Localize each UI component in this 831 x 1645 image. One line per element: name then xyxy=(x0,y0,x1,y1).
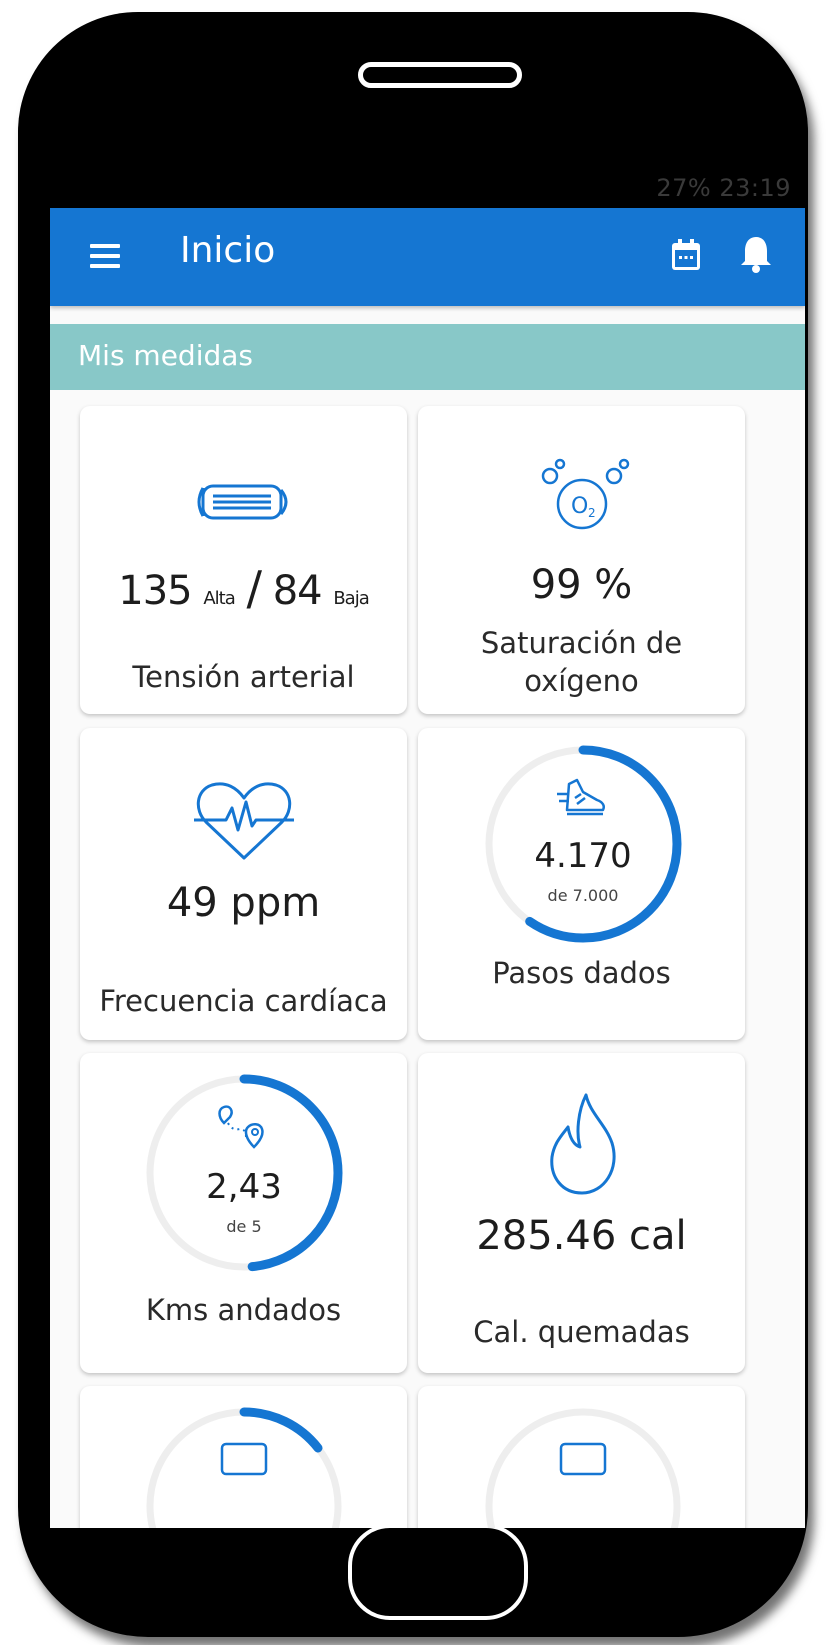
card-steps[interactable]: 4.170 de 7.000 Pasos dados xyxy=(418,728,745,1040)
bp-high-value: 135 xyxy=(118,568,192,614)
kms-goal: de 5 xyxy=(226,1217,262,1236)
section-title: Mis medidas xyxy=(78,339,253,372)
bell-icon[interactable] xyxy=(738,234,774,274)
status-text: 27% 23:19 xyxy=(656,174,791,202)
calendar-icon[interactable] xyxy=(670,238,702,272)
heart-rate-value: 49 ppm xyxy=(166,880,321,926)
card-oxygen[interactable]: O 2 99 % Saturación de oxígeno xyxy=(418,406,745,714)
blood-pressure-label: Tensión arterial xyxy=(132,660,355,694)
card-partial-right[interactable] xyxy=(418,1386,745,1528)
calories-value: 285.46 cal xyxy=(476,1213,687,1259)
steps-ring: 4.170 de 7.000 xyxy=(481,742,685,946)
page-title: Inicio xyxy=(180,230,276,271)
app-bar: Inicio xyxy=(50,208,805,306)
menu-icon[interactable] xyxy=(90,244,120,268)
bp-low-unit: Baja xyxy=(333,588,369,609)
section-header: Mis medidas xyxy=(50,324,805,390)
blood-pressure-cuff-icon xyxy=(197,484,288,520)
status-bar: 27% 23:19 xyxy=(50,168,805,208)
kms-value: 2,43 xyxy=(206,1167,282,1207)
bp-low-value: 84 xyxy=(272,568,323,614)
card-heart-rate[interactable]: 49 ppm Frecuencia cardíaca xyxy=(80,728,407,1040)
partial-progress-ring-2 xyxy=(485,1408,681,1528)
card-blood-pressure[interactable]: 135 Alta / 84 Baja Tensión arterial xyxy=(80,406,407,714)
kms-label: Kms andados xyxy=(145,1293,342,1327)
oxygen-value: 99 % xyxy=(530,562,633,608)
home-button[interactable] xyxy=(348,1524,528,1620)
steps-label: Pasos dados xyxy=(492,956,671,990)
blood-pressure-value: 135 Alta / 84 Baja xyxy=(80,561,407,615)
kms-ring: 2,43 de 5 xyxy=(142,1071,346,1275)
flame-icon xyxy=(550,1093,616,1195)
app-screen: 27% 23:19 Inicio Mis medidas 135 Alta / … xyxy=(50,168,805,1528)
route-pins-icon xyxy=(218,1105,264,1149)
calories-label: Cal. quemadas xyxy=(473,1315,690,1349)
steps-value: 4.170 xyxy=(534,836,632,876)
oxygen-label-line1: Saturación de xyxy=(480,626,683,660)
speaker-grille xyxy=(358,62,522,88)
oxygen-label-line2: oxígeno xyxy=(524,664,639,698)
partial-progress-ring xyxy=(146,1407,342,1528)
running-shoe-icon xyxy=(557,778,605,816)
card-kms[interactable]: 2,43 de 5 Kms andados xyxy=(80,1053,407,1373)
bp-separator: / xyxy=(246,561,261,615)
steps-goal: de 7.000 xyxy=(547,886,619,905)
card-partial-left[interactable] xyxy=(80,1386,407,1528)
heart-pulse-icon xyxy=(194,782,294,860)
svg-text:2: 2 xyxy=(588,506,596,520)
svg-text:O: O xyxy=(571,494,588,519)
heart-rate-label: Frecuencia cardíaca xyxy=(99,984,388,1018)
oxygen-bubbles-icon: O 2 xyxy=(541,458,630,530)
bp-high-unit: Alta xyxy=(203,588,235,609)
card-calories[interactable]: 285.46 cal Cal. quemadas xyxy=(418,1053,745,1373)
